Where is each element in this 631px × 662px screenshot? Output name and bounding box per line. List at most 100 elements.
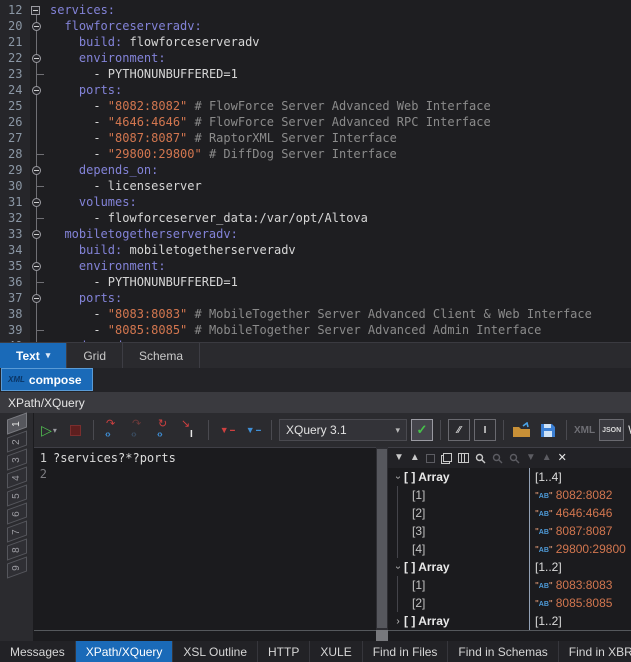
code-line[interactable]: 30- licenseserver bbox=[0, 178, 631, 194]
json-mode-toggle[interactable]: JSON bbox=[599, 419, 624, 441]
stop-icon[interactable] bbox=[64, 419, 86, 441]
fold-marker-icon[interactable] bbox=[32, 198, 41, 207]
fold-marker-icon[interactable] bbox=[32, 86, 41, 95]
view-tab-text[interactable]: Text▾ bbox=[0, 343, 67, 368]
fold-marker-icon[interactable] bbox=[32, 230, 41, 239]
output-tab-find-in-xbrl[interactable]: Find in XBRL bbox=[559, 641, 631, 662]
nav-up-icon[interactable]: ▲ bbox=[542, 453, 552, 463]
evaluate-back-icon[interactable]: ↷‹› bbox=[127, 419, 149, 441]
output-tab-find-in-schemas[interactable]: Find in Schemas bbox=[448, 641, 558, 662]
fold-marker-icon[interactable] bbox=[32, 294, 41, 303]
line-number: 38 bbox=[0, 306, 30, 322]
output-tab-xsl-outline[interactable]: XSL Outline bbox=[173, 641, 258, 662]
result-row[interactable]: [1]"ab"8082:8082 bbox=[388, 486, 631, 504]
result-row[interactable]: ›[ ] Array[1..4] bbox=[388, 468, 631, 486]
query-editor[interactable]: 12 ?services?*?ports bbox=[34, 447, 376, 630]
query-expression[interactable] bbox=[50, 466, 376, 482]
search-prev-icon[interactable] bbox=[509, 453, 520, 464]
toolbar-separator bbox=[566, 420, 567, 440]
fold-marker-icon[interactable] bbox=[32, 22, 41, 31]
code-line[interactable]: 33mobiletogetherserveradv: bbox=[0, 226, 631, 242]
fold-marker-icon[interactable] bbox=[32, 262, 41, 271]
code-line[interactable]: 35environment: bbox=[0, 258, 631, 274]
validate-expression-icon[interactable]: ✓ bbox=[411, 419, 433, 441]
save-expression-icon[interactable] bbox=[537, 419, 559, 441]
code-line[interactable]: 28- "29800:29800" # DiffDog Server Inter… bbox=[0, 146, 631, 162]
columns-icon[interactable] bbox=[458, 453, 469, 463]
code-line[interactable]: 29depends_on: bbox=[0, 162, 631, 178]
string-type-icon: "ab" bbox=[535, 491, 553, 500]
code-line[interactable]: 37ports: bbox=[0, 290, 631, 306]
run-icon[interactable]: ▷▾ bbox=[38, 419, 60, 441]
code-line[interactable]: 26- "4646:4646" # FlowForce Server Advan… bbox=[0, 114, 631, 130]
breakpoint-blue-icon[interactable]: ▼-- bbox=[242, 419, 264, 441]
output-tab-xpath-xquery[interactable]: XPath/XQuery bbox=[76, 641, 174, 662]
code-line[interactable]: 36- PYTHONUNBUFFERED=1 bbox=[0, 274, 631, 290]
fold-marker-icon[interactable] bbox=[32, 54, 41, 63]
goto-location-icon[interactable]: ↘I bbox=[179, 419, 201, 441]
code-line[interactable]: 22environment: bbox=[0, 50, 631, 66]
xml-mode-toggle[interactable]: XML bbox=[574, 425, 595, 436]
code-editor[interactable]: 12services:20flowforceserveradv:21build:… bbox=[0, 0, 631, 342]
result-row[interactable]: [1]"ab"8083:8083 bbox=[388, 576, 631, 594]
evaluate-loop-icon[interactable]: ↻‹› bbox=[153, 419, 175, 441]
view-tab-schema[interactable]: Schema bbox=[123, 343, 200, 368]
chevron-expanded-icon[interactable]: › bbox=[393, 471, 404, 483]
search-icon[interactable] bbox=[475, 453, 486, 464]
output-tab-find-in-files[interactable]: Find in Files bbox=[363, 641, 449, 662]
fold-column bbox=[30, 178, 50, 194]
output-tab-messages[interactable]: Messages bbox=[0, 641, 76, 662]
code-line[interactable]: 20flowforceserveradv: bbox=[0, 18, 631, 34]
code-line[interactable]: 23- PYTHONUNBUFFERED=1 bbox=[0, 66, 631, 82]
code-line[interactable]: 25- "8082:8082" # FlowForce Server Advan… bbox=[0, 98, 631, 114]
output-tab-http[interactable]: HTTP bbox=[258, 641, 310, 662]
close-icon[interactable]: ✕ bbox=[558, 453, 567, 464]
window-icon[interactable] bbox=[426, 454, 435, 463]
results-horizontal-scrollbar[interactable] bbox=[388, 630, 631, 641]
code-line[interactable]: 39- "8085:8085" # MobileTogether Server … bbox=[0, 322, 631, 338]
code-line[interactable]: 31volumes: bbox=[0, 194, 631, 210]
search-next-icon[interactable] bbox=[492, 453, 503, 464]
query-expression[interactable]: ?services?*?ports bbox=[50, 450, 376, 466]
code-line[interactable]: 24ports: bbox=[0, 82, 631, 98]
code-line[interactable]: 32- flowforceserver_data:/var/opt/Altova bbox=[0, 210, 631, 226]
code-line[interactable]: 34build: mobiletogetherserveradv bbox=[0, 242, 631, 258]
code-line[interactable]: 40depends_on: bbox=[0, 338, 631, 342]
code-line[interactable]: 21build: flowforceserveradv bbox=[0, 34, 631, 50]
scrollbar-thumb[interactable] bbox=[377, 449, 387, 628]
fold-column bbox=[30, 194, 50, 210]
open-expression-file-icon[interactable] bbox=[511, 419, 533, 441]
document-tab-compose[interactable]: XML compose bbox=[1, 368, 93, 391]
query-horizontal-scrollbar[interactable] bbox=[34, 630, 376, 641]
result-row[interactable]: ›[ ] Array[1..2] bbox=[388, 612, 631, 630]
query-vertical-scrollbar[interactable] bbox=[376, 447, 388, 630]
ibeam-mode-icon[interactable]: I bbox=[474, 419, 496, 441]
sort-up-icon[interactable]: ▲ bbox=[410, 453, 420, 463]
result-row[interactable]: [3]"ab"8087:8087 bbox=[388, 522, 631, 540]
chevron-expanded-icon[interactable]: › bbox=[393, 561, 404, 573]
breakpoint-red-icon[interactable]: ▼-- bbox=[216, 419, 238, 441]
result-row[interactable]: [2]"ab"4646:4646 bbox=[388, 504, 631, 522]
view-tab-grid[interactable]: Grid bbox=[67, 343, 123, 368]
fold-marker-icon[interactable] bbox=[31, 6, 40, 15]
result-row[interactable]: ›[ ] Array[1..2] bbox=[388, 558, 631, 576]
string-type-icon: "ab" bbox=[535, 527, 553, 536]
code-line[interactable]: 12services: bbox=[0, 2, 631, 18]
chevron-collapsed-icon[interactable]: › bbox=[392, 616, 404, 627]
copy-icon[interactable] bbox=[441, 453, 452, 464]
nav-down-icon[interactable]: ▼ bbox=[526, 453, 536, 463]
output-tab-xule[interactable]: XULE bbox=[310, 641, 362, 662]
query-code[interactable]: ?services?*?ports bbox=[50, 448, 376, 630]
code-line[interactable]: 27- "8087:8087" # RaptorXML Server Inter… bbox=[0, 130, 631, 146]
result-value: 8082:8082 bbox=[556, 488, 613, 502]
fold-column bbox=[30, 290, 50, 306]
result-row[interactable]: [4]"ab"29800:29800 bbox=[388, 540, 631, 558]
code-line[interactable]: 38- "8083:8083" # MobileTogether Server … bbox=[0, 306, 631, 322]
sort-down-icon[interactable]: ▼ bbox=[394, 453, 404, 463]
results-toolbar: ▼ ▲ ▼ ▲ ✕ Create bbox=[388, 448, 631, 468]
comment-toggle-icon[interactable]: ⁄⁄ bbox=[448, 419, 470, 441]
result-row[interactable]: [2]"ab"8085:8085 bbox=[388, 594, 631, 612]
fold-marker-icon[interactable] bbox=[32, 166, 41, 175]
evaluate-on-edit-icon[interactable]: ↷‹› bbox=[101, 419, 123, 441]
engine-select[interactable]: XQuery 3.1 ▾ bbox=[279, 419, 407, 441]
